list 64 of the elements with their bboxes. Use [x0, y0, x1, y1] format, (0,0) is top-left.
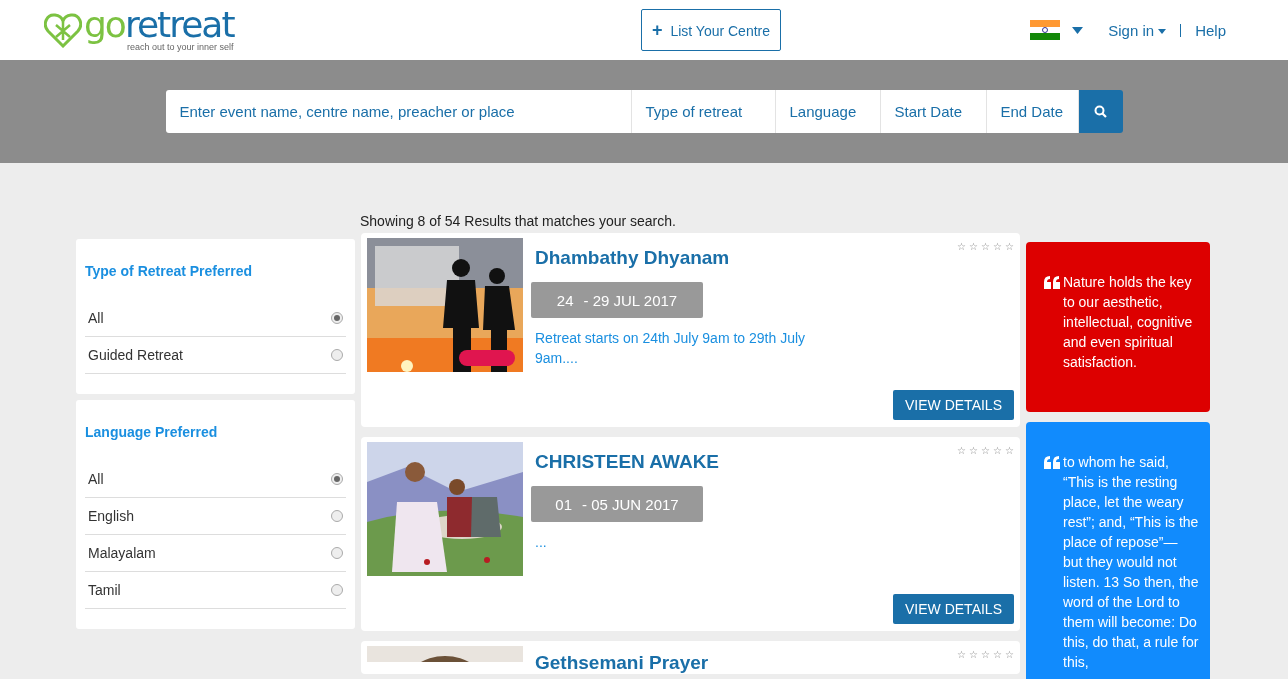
caret-icon[interactable] — [1072, 26, 1084, 34]
filter-option[interactable]: All — [85, 461, 346, 498]
star-icon: ☆ — [993, 649, 1002, 660]
radio-button[interactable] — [331, 473, 343, 485]
view-details-button[interactable]: VIEW DETAILS — [893, 390, 1014, 420]
option-label: Tamil — [88, 582, 121, 598]
filter-option[interactable]: English — [85, 498, 346, 535]
star-icon: ☆ — [1005, 241, 1014, 252]
filter-title: Language Preferred — [85, 424, 219, 440]
radio-button[interactable] — [331, 312, 343, 324]
caret-icon[interactable] — [1158, 29, 1167, 35]
date-label: 01 - 05 JUN 2017 — [531, 486, 703, 522]
result-description: ... — [535, 533, 548, 552]
star-icon: ☆ — [969, 241, 978, 252]
help-link[interactable]: Help — [1195, 21, 1226, 39]
option-label: All — [88, 471, 104, 487]
search-button[interactable] — [1078, 90, 1123, 133]
filter-field[interactable]: Type of retreat — [631, 90, 776, 133]
option-label: All — [88, 310, 104, 326]
star-icon: ☆ — [957, 241, 966, 252]
star-icon: ☆ — [1005, 445, 1014, 456]
logo-tagline: reach out to your inner self — [126, 41, 234, 52]
star-icon: ☆ — [981, 241, 990, 252]
flag-icon[interactable] — [1030, 20, 1061, 40]
star-icon: ☆ — [981, 649, 990, 660]
radio-button[interactable] — [331, 510, 343, 522]
list-centre-button[interactable]: + List Your Centre — [641, 9, 782, 51]
filter-option[interactable]: All — [85, 300, 346, 337]
date-label: 24 - 29 JUL 2017 — [531, 282, 703, 318]
option-label: English — [88, 508, 134, 524]
search-icon — [1094, 105, 1107, 118]
star-icon: ☆ — [981, 445, 990, 456]
results-summary: Showing 8 of 54 Results that matches your search. — [360, 213, 677, 229]
result-title[interactable]: CHRISTEEN AWAKE — [535, 451, 720, 473]
star-icon: ☆ — [969, 649, 978, 660]
quote-icon — [1044, 456, 1060, 469]
radio-button[interactable] — [331, 547, 343, 559]
star-icon: ☆ — [969, 445, 978, 456]
search-field[interactable]: Enter event name, centre name, preacher or place — [165, 90, 632, 133]
result-title[interactable]: Gethsemani Prayer — [535, 652, 709, 674]
star-icon: ☆ — [1005, 649, 1014, 660]
star-icon: ☆ — [957, 445, 966, 456]
radio-button[interactable] — [331, 584, 343, 596]
sign-in-link[interactable]: Sign in — [1108, 21, 1167, 39]
quote-icon — [1044, 276, 1060, 289]
option-label: Malayalam — [88, 545, 156, 561]
star-icon: ☆ — [957, 649, 966, 660]
filter-option[interactable]: Tamil — [85, 572, 346, 609]
filter-field[interactable]: Language — [775, 90, 881, 133]
quote-text: Nature holds the key to our aesthetic, intellectual, cognitive and even spiritual satisfaction. — [1063, 273, 1194, 372]
quote-text: to whom he said, “This is the resting place, let the weary rest”; and, “This is the place of repose”— but they would not listen. 13 So then, the word of the Lord to them will become: Do this, do that, a rule for this, — [1063, 453, 1200, 672]
view-details-button[interactable]: VIEW DETAILS — [893, 594, 1014, 624]
star-icon: ☆ — [993, 241, 1002, 252]
option-label: Guided Retreat — [88, 347, 183, 363]
result-description: Retreat starts on 24th July 9am to 29th July 9am.... — [535, 329, 807, 368]
filter-option[interactable]: Guided Retreat — [85, 337, 346, 374]
result-title[interactable]: Dhambathy Dhyanam — [535, 247, 730, 269]
star-icon: ☆ — [993, 445, 1002, 456]
filter-title: Type of Retreat Preferred — [85, 263, 253, 279]
filter-field[interactable]: Start Date — [880, 90, 987, 133]
radio-button[interactable] — [331, 349, 343, 361]
heart-logo-icon — [44, 12, 82, 48]
filter-option[interactable]: Malayalam — [85, 535, 346, 572]
filter-field[interactable]: End Date — [986, 90, 1079, 133]
